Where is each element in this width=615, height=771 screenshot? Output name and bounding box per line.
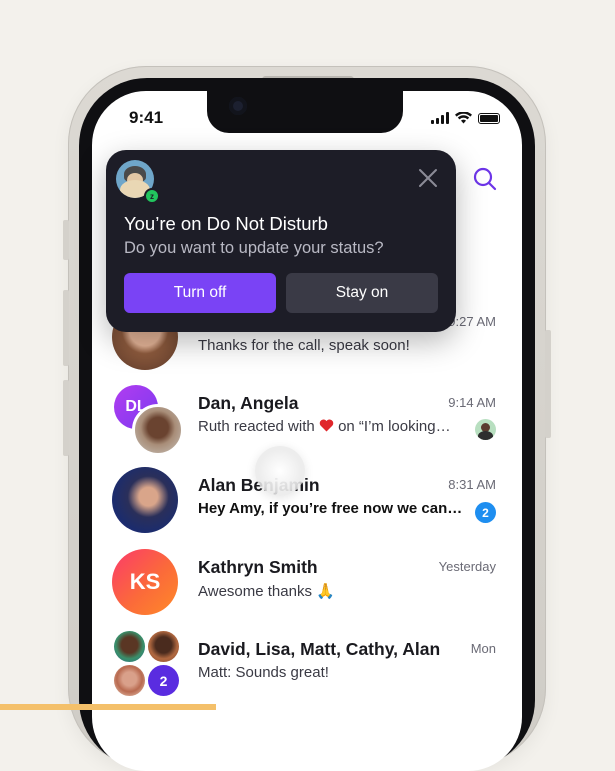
chat-message: Hey Amy, if you’re free now we can… <box>198 500 463 517</box>
chat-row[interactable]: Alan Benjamin 8:31 AM Hey Amy, if you’re… <box>112 467 502 539</box>
status-time: 9:41 <box>129 108 164 127</box>
chat-name: Kathryn Smith <box>198 557 318 577</box>
dnd-popup: z You’re on Do Not Disturb Do you want t… <box>106 150 456 332</box>
message-text: Ruth reacted with <box>198 418 319 435</box>
status-icons <box>431 112 500 124</box>
chat-row[interactable]: DL Dan, Angela 9:14 AM Ruth reacted with… <box>112 385 502 457</box>
chat-name: David, Lisa, Matt, Cathy, Alan <box>198 639 441 659</box>
stay-on-button[interactable]: Stay on <box>286 273 438 313</box>
front-camera <box>229 97 247 115</box>
volume-down-button <box>63 380 69 456</box>
progress-bar <box>0 704 216 710</box>
member-count-badge: 2 <box>148 665 179 696</box>
avatar <box>112 467 178 533</box>
chat-message: Ruth reacted with on “I’m looking… <box>198 418 451 435</box>
avatar <box>132 404 184 456</box>
chat-time: Yesterday <box>438 559 496 574</box>
popup-title: You’re on Do Not Disturb <box>124 213 328 234</box>
chat-message: Awesome thanks 🙏 <box>198 583 335 600</box>
message-text: on “I’m looking… <box>333 418 451 435</box>
close-icon[interactable] <box>418 168 438 188</box>
avatar: KS <box>112 549 178 615</box>
avatar <box>148 631 179 662</box>
chat-time: Mon <box>470 641 496 656</box>
group-avatar: 2 <box>112 631 179 697</box>
avatar <box>114 665 145 696</box>
chat-name: Dan, Angela <box>198 393 299 413</box>
search-icon[interactable] <box>472 166 498 192</box>
touch-indicator <box>255 446 305 496</box>
group-avatar: DL <box>112 385 184 456</box>
cellular-signal-icon <box>431 112 449 124</box>
chat-row[interactable]: 2 David, Lisa, Matt, Cathy, Alan Mon Mat… <box>112 631 502 703</box>
avatar <box>114 631 145 662</box>
wifi-icon <box>455 112 472 124</box>
power-button <box>545 330 551 438</box>
popup-subtitle: Do you want to update your status? <box>124 239 384 257</box>
reactor-avatar <box>475 419 496 440</box>
unread-badge: 2 <box>475 502 496 523</box>
turn-off-button[interactable]: Turn off <box>124 273 276 313</box>
chat-message: Matt: Sounds great! <box>198 664 329 681</box>
chat-time: 8:31 AM <box>448 477 496 492</box>
chat-time: 9:14 AM <box>448 395 496 410</box>
chat-row[interactable]: KS Kathryn Smith Yesterday Awesome thank… <box>112 549 502 621</box>
mute-switch <box>63 220 69 260</box>
volume-up-button <box>63 290 69 366</box>
heart-icon <box>319 419 334 432</box>
battery-icon <box>478 112 500 124</box>
status-indicator: z <box>144 188 160 204</box>
avatar-initials: KS <box>112 549 178 615</box>
chat-message: Thanks for the call, speak soon! <box>198 337 410 354</box>
notch <box>207 91 403 133</box>
